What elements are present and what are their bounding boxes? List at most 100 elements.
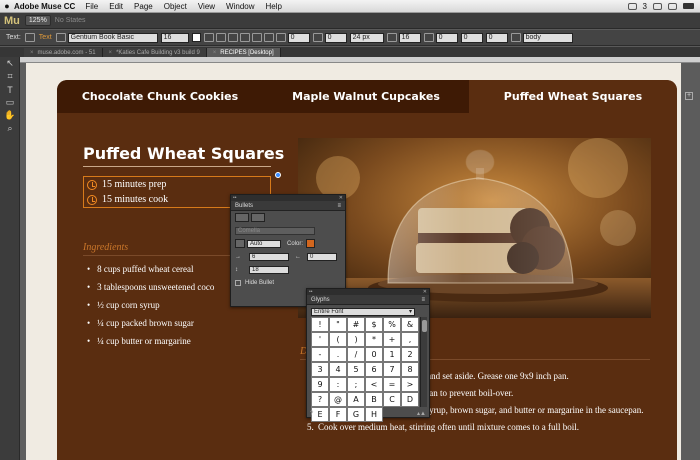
glyph-cell[interactable]: 2 [401, 347, 419, 362]
menu-help[interactable]: Help [266, 2, 282, 11]
glyph-scrollbar[interactable] [420, 317, 427, 407]
indent-field[interactable]: 16 [398, 32, 421, 43]
glyph-cell[interactable]: $ [365, 317, 383, 332]
bluetooth-icon[interactable] [627, 2, 637, 10]
glyph-cell[interactable]: ( [329, 332, 347, 347]
glyphs-panel-tab[interactable]: Glyphs ≡ [307, 295, 429, 305]
menu-object[interactable]: Object [164, 2, 187, 11]
panel-close-icon[interactable]: ✕ [339, 195, 343, 201]
glyph-cell[interactable]: > [401, 377, 419, 392]
glyph-cell[interactable]: D [401, 392, 419, 407]
glyph-cell[interactable]: C [383, 392, 401, 407]
glyph-cell[interactable]: # [347, 317, 365, 332]
bullet-size-select[interactable]: Auto [247, 239, 281, 248]
font-size-field[interactable]: 16 [160, 32, 189, 43]
scroll-thumb[interactable] [422, 320, 427, 332]
glyph-cell[interactable]: 9 [311, 377, 329, 392]
help-icon[interactable]: ? [310, 411, 313, 417]
glyph-cell[interactable]: . [329, 347, 347, 362]
doc-tab-recipes[interactable]: × RECIPES [Desktop] [206, 48, 281, 57]
glyph-cell[interactable]: / [347, 347, 365, 362]
glyph-cell[interactable]: ) [347, 332, 365, 347]
glyph-cell[interactable]: = [383, 377, 401, 392]
glyph-cell[interactable]: ? [311, 392, 329, 407]
glyph-cell[interactable]: ' [311, 332, 329, 347]
margin-field[interactable]: 0 [485, 32, 508, 43]
recipe-title[interactable]: Puffed Wheat Squares [83, 144, 284, 163]
ab-badge[interactable]: 3 [643, 2, 647, 11]
ingredients-heading[interactable]: Ingredients [83, 242, 128, 253]
glyph-cell[interactable]: ! [311, 317, 329, 332]
bullets-panel-tab[interactable]: Bullets ≡ [231, 201, 345, 211]
text-style-label[interactable]: Text [39, 34, 52, 41]
glyph-cell[interactable]: * [365, 332, 383, 347]
app-name-menu[interactable]: Adobe Muse CC [14, 2, 75, 11]
glyph-cell[interactable]: , [401, 332, 419, 347]
doc-tab-katies-cafe[interactable]: × *Katies Cafe Building v3 build 9 [102, 48, 207, 57]
glyph-cell[interactable]: A [347, 392, 365, 407]
recipe-tab-puffed-wheat[interactable]: Puffed Wheat Squares [469, 80, 677, 113]
glyph-cell[interactable]: + [383, 332, 401, 347]
glyph-cell[interactable]: 3 [311, 362, 329, 377]
leading-field[interactable]: 24 px [349, 32, 384, 43]
glyph-cell[interactable]: @ [329, 392, 347, 407]
space-before-field[interactable]: 0 [435, 32, 458, 43]
bullet-spacing-field[interactable]: 18 [249, 265, 289, 274]
wifi-icon[interactable] [653, 2, 662, 10]
glyph-cell[interactable]: 1 [383, 347, 401, 362]
menu-page[interactable]: Page [134, 2, 153, 11]
close-tab-icon[interactable]: × [109, 50, 113, 56]
numbered-list-icon[interactable] [251, 213, 265, 222]
kerning-field[interactable]: 0 [324, 32, 347, 43]
menu-window[interactable]: Window [226, 2, 254, 11]
bullet-glyph-icon[interactable] [235, 239, 245, 248]
recipe-tab-chocolate-chunk[interactable]: Chocolate Chunk Cookies [57, 80, 263, 113]
text-style-icon[interactable] [24, 33, 35, 42]
crop-tool-icon[interactable]: ⌗ [0, 70, 20, 83]
bold-icon[interactable] [203, 33, 214, 42]
rectangle-tool-icon[interactable]: ▭ [0, 96, 20, 109]
glyph-cell[interactable]: 7 [383, 362, 401, 377]
add-page-width-icon[interactable]: + [685, 92, 693, 100]
align-left-icon[interactable] [239, 33, 250, 42]
paragraph-tag-select[interactable]: body [522, 32, 573, 43]
glyph-cell[interactable]: % [383, 317, 401, 332]
glyph-cell[interactable]: B [365, 392, 383, 407]
italic-icon[interactable] [215, 33, 226, 42]
doc-tab-muse[interactable]: × muse.adobe.com - 51 [24, 48, 103, 57]
align-center-icon[interactable] [251, 33, 262, 42]
bullet-color-swatch[interactable] [306, 239, 316, 248]
zoom-glyphs-icon[interactable]: ▴▲ [417, 410, 426, 417]
selection-tool-icon[interactable]: ↖ [0, 57, 20, 70]
bullet-indent-field[interactable]: 6 [249, 252, 289, 261]
selection-handle[interactable] [275, 172, 281, 178]
glyph-cell[interactable]: 8 [401, 362, 419, 377]
close-tab-icon[interactable]: × [30, 50, 34, 56]
menu-edit[interactable]: Edit [109, 2, 123, 11]
glyph-cell[interactable]: ; [347, 377, 365, 392]
close-tab-icon[interactable]: × [213, 50, 217, 56]
align-right-icon[interactable] [263, 33, 274, 42]
glyph-cell[interactable]: & [401, 317, 419, 332]
glyph-cell[interactable]: 4 [329, 362, 347, 377]
glyph-font-filter-select[interactable]: Entire Font ▾ [311, 307, 415, 316]
menu-view[interactable]: View [198, 2, 215, 11]
panel-menu-icon[interactable]: ≡ [337, 203, 341, 209]
glyph-cell[interactable]: 6 [365, 362, 383, 377]
volume-icon[interactable] [668, 2, 677, 10]
text-tool-icon[interactable]: T [0, 83, 20, 96]
tracking-field[interactable]: 0 [287, 32, 310, 43]
panel-close-icon[interactable]: ✕ [423, 289, 427, 295]
hand-tool-icon[interactable]: ✋ [0, 109, 20, 122]
hide-bullet-checkbox[interactable] [235, 279, 241, 286]
glyph-cell[interactable]: 5 [347, 362, 365, 377]
glyph-cell[interactable]: - [311, 347, 329, 362]
glyphs-panel[interactable]: •• ✕ Glyphs ≡ Entire Font ▾ ! " # $% & '() * +, -. /… [306, 288, 430, 422]
apple-icon[interactable]: ● [0, 1, 14, 11]
zoom-tool-icon[interactable]: ⌕ [0, 122, 20, 135]
zoom-select[interactable]: 125% [24, 15, 51, 26]
glyph-cell[interactable]: < [365, 377, 383, 392]
underline-icon[interactable] [227, 33, 238, 42]
recipe-tab-maple-walnut[interactable]: Maple Walnut Cupcakes [263, 80, 469, 113]
bulleted-list-icon[interactable] [235, 213, 249, 222]
